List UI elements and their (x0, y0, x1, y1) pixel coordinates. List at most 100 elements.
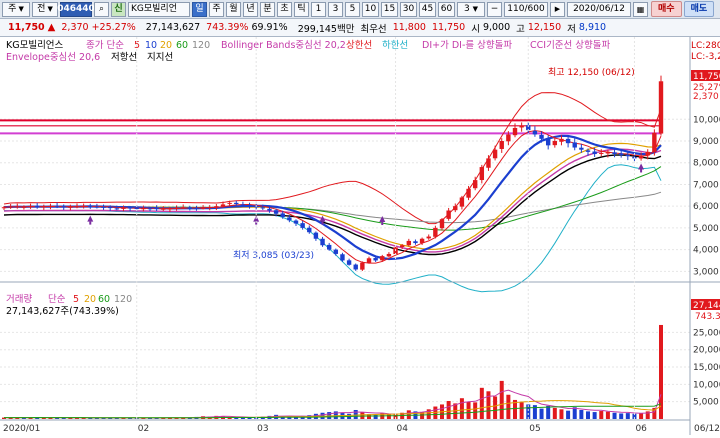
candle-body (320, 238, 325, 246)
date-input[interactable]: 2020/06/12 (567, 1, 631, 17)
volume-bar (572, 407, 577, 419)
term-select-label: 전 (37, 3, 46, 14)
candle-body (167, 208, 173, 210)
legend-ma-60: 60 (176, 40, 188, 51)
period-year-button[interactable]: 년 (243, 1, 258, 17)
candle-body (94, 206, 100, 208)
minute-45-button[interactable]: 45 (419, 1, 436, 17)
count-select[interactable]: 3 ▼ (457, 1, 485, 17)
volume-ma-label: 단순 (48, 294, 66, 305)
stock-code-input[interactable]: 046440 (57, 1, 95, 17)
volume-tick-label: 15,000 (693, 363, 720, 373)
candle-body (592, 151, 597, 155)
chart-area[interactable]: KG모빌리언스 종가 단순 5 10 20 60 120 Bollinger B… (0, 37, 720, 435)
stock-chart[interactable]: KG모빌리언스 종가 단순 5 10 20 60 120 Bollinger B… (0, 37, 720, 435)
period-second-button[interactable]: 초 (277, 1, 292, 17)
price-change: 2,370 (61, 22, 89, 33)
open-label: 시 (471, 23, 480, 35)
minute-30-button[interactable]: 30 (400, 1, 417, 17)
next-icon[interactable]: ▶ (550, 1, 565, 17)
minute-3-button[interactable]: 3 (328, 1, 343, 17)
candle-body (134, 208, 139, 210)
candle-body (565, 138, 571, 144)
candle-body (492, 149, 498, 159)
search-icon[interactable]: ⌕ (94, 1, 109, 17)
candle-body (74, 206, 80, 208)
candle-body (54, 205, 60, 207)
buy-button[interactable]: 매수 (651, 1, 682, 17)
candle-body (280, 213, 285, 218)
legend-ma-20: 20 (160, 40, 172, 51)
period-month-button[interactable]: 월 (226, 1, 241, 17)
volume-bar (605, 411, 610, 419)
candle-body (114, 208, 120, 210)
candle-body (234, 202, 239, 204)
minute-10-button[interactable]: 10 (362, 1, 379, 17)
period-tick-button[interactable]: 틱 (294, 1, 309, 17)
minute-5-button[interactable]: 5 (345, 1, 360, 17)
price-tick-label: 7,000 (693, 180, 719, 190)
candle-body (214, 206, 219, 208)
volume-bar (619, 413, 624, 419)
trade-amount: 299,145백만 (297, 23, 355, 35)
candle-body (599, 152, 604, 154)
candle-body (1, 207, 7, 209)
legend-bb-upper: 상한선 (346, 40, 372, 51)
market-select[interactable]: 주 ▼ (2, 1, 30, 17)
candle-body (366, 258, 372, 263)
candle-body (539, 134, 544, 139)
current-price: 11,750 (8, 22, 45, 33)
period-minute-button[interactable]: 분 (260, 1, 275, 17)
minute-60-button[interactable]: 60 (438, 1, 455, 17)
volume-badge-text: 27,144 (693, 301, 720, 311)
stock-name-field[interactable]: KG모빌리언 (128, 1, 190, 17)
price-tick-label: 6,000 (693, 202, 719, 212)
quote-bar: 11,750 ▲ 2,370 +25.27% 27,143,627 743.39… (0, 19, 720, 37)
count-select-label: 3 (463, 3, 470, 14)
candle-body (572, 142, 577, 148)
term-select[interactable]: 전 ▼ (32, 1, 58, 17)
candle-body (8, 206, 13, 208)
candle-body (612, 152, 617, 155)
candle-body (618, 153, 624, 156)
candle-body (353, 264, 358, 270)
candle-body (127, 207, 133, 209)
period-week-button[interactable]: 주 (209, 1, 224, 17)
credit-badge[interactable]: 신 (111, 1, 126, 17)
volume-bar (406, 410, 411, 419)
lc-lower-label: LC:-3,2 (691, 52, 720, 62)
candle-body (340, 254, 345, 261)
candle-body (28, 206, 33, 208)
volume-bar (599, 411, 604, 419)
legend-cci: CCI기준선 상향돌파 (530, 39, 611, 51)
candle-body (88, 205, 93, 207)
candle-body (227, 202, 232, 204)
period-day-button[interactable]: 일 (192, 1, 207, 17)
volume-bar (659, 324, 663, 419)
volume-bar (506, 394, 511, 419)
calendar-icon[interactable]: ▦ (633, 1, 648, 17)
volume-bar (493, 396, 498, 419)
minus-icon[interactable]: − (487, 1, 502, 17)
sell-button[interactable]: 매도 (683, 1, 715, 17)
volume-bar (539, 408, 544, 419)
range-field[interactable]: 110/600 (504, 1, 548, 17)
candle-body (532, 130, 538, 135)
minute-15-button[interactable]: 15 (381, 1, 398, 17)
turnover-ratio: 69.91% (251, 22, 288, 33)
candle-body (41, 206, 47, 208)
legend-ma-10: 10 (145, 40, 157, 51)
min-price-label: 최저 3,085 (03/23) (233, 250, 314, 261)
candle-body (200, 207, 206, 209)
candle-body (107, 207, 113, 209)
candle-body (433, 227, 438, 237)
low-price: 8,910 (578, 22, 607, 33)
candle-body (399, 245, 405, 248)
candle-body (459, 197, 465, 207)
candle-body (579, 147, 584, 150)
minute-1-button[interactable]: 1 (311, 1, 326, 17)
x-tick-label: 06/12 (694, 424, 720, 434)
legend-support: 지지선 (147, 52, 173, 63)
candle-body (21, 206, 27, 208)
candle-body (346, 260, 352, 265)
